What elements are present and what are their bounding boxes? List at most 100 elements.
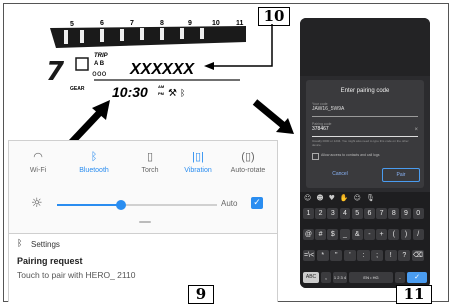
keyboard-key[interactable]: 6 [364, 208, 375, 219]
pairing-code-value: 378467 [312, 126, 329, 132]
keyboard-key[interactable]: ' [343, 250, 356, 261]
bluetooth-icon: ᛒ [90, 151, 98, 163]
brightness-icon: ☼ [31, 196, 43, 211]
contacts-access-checkbox[interactable] [312, 153, 319, 160]
tile-label: Vibration [184, 167, 212, 174]
keyboard-key[interactable]: ( [388, 229, 400, 240]
keyboard-key[interactable]: 2 [315, 208, 326, 219]
rpm-tick-label: 8 [160, 20, 164, 27]
device-name-value: JAW16_5W9A [312, 106, 345, 112]
pm-indicator: PM [158, 91, 165, 96]
dialog-title: Enter pairing code [340, 88, 390, 94]
auto-brightness-checkbox[interactable]: ✓ [251, 197, 263, 209]
keyboard-key[interactable]: - [364, 229, 375, 240]
keyboard-key[interactable]: @ [303, 229, 314, 240]
keyboard-key[interactable]: ; [371, 250, 384, 261]
instrument-cluster-drawing: 5 6 7 8 9 10 11 7 TRIP A B ooo XXXXXX GE… [46, 20, 246, 100]
pairing-notification[interactable]: ᛒ Settings Pairing request Touch to pair… [9, 233, 277, 302]
brightness-slider[interactable] [57, 200, 217, 210]
checkbox-label: Allow access to contacts and call logs [321, 153, 380, 157]
keyboard-key[interactable]: 8 [388, 208, 400, 219]
bluetooth-icon: ᛒ [17, 239, 23, 249]
keyboard-key[interactable]: " [330, 250, 343, 261]
brightness-slider-knob[interactable] [116, 200, 126, 210]
keyboard-key[interactable]: ) [400, 229, 412, 240]
trip-digits-icon: ooo [92, 69, 107, 78]
wrench-icon: ⚒ [168, 88, 177, 99]
rpm-tick-label: 11 [236, 20, 244, 27]
notification-title: Pairing request [17, 256, 83, 266]
gear-label: GEAR [70, 86, 85, 92]
period-key[interactable]: . [395, 272, 405, 283]
clear-icon[interactable]: × [414, 127, 418, 133]
space-key[interactable]: EN • HG [349, 272, 393, 283]
keyboard-key[interactable]: & [351, 229, 363, 240]
callout-11: 11 [396, 285, 432, 304]
quick-settings-tiles: ◠ Wi-Fi ᛒ Bluetooth ▯ Torch |▯| Vibratio… [9, 147, 277, 191]
emoji-icon[interactable]: ☺ [354, 194, 366, 202]
keyboard-key[interactable]: ⌫ [411, 250, 424, 261]
keyboard-key[interactable]: =\< [303, 250, 316, 261]
emoji-icon[interactable]: ✋ [340, 194, 354, 202]
tile-auto-rotate[interactable]: (▯) Auto-rotate [221, 147, 275, 174]
bluetooth-icon: ᛒ [180, 88, 185, 99]
keyboard-key[interactable]: 0 [412, 208, 424, 219]
abc-key[interactable]: ABC [303, 272, 319, 283]
comma-key[interactable]: , [321, 272, 331, 283]
keyboard-key[interactable]: # [315, 229, 326, 240]
keyboard-key[interactable]: 9 [400, 208, 412, 219]
torch-icon: ▯ [146, 151, 154, 163]
drag-handle[interactable] [139, 221, 151, 223]
keyboard-key[interactable]: 7 [376, 208, 387, 219]
odometer-value: XXXXXX [129, 61, 195, 78]
pairing-code-input[interactable]: Pairing code 378467 × [312, 122, 418, 137]
keyboard-key[interactable]: * [316, 250, 329, 261]
rpm-tick-label: 6 [100, 20, 104, 27]
instrument-cluster: 5 6 7 8 9 10 11 7 TRIP A B ooo XXXXXX GE… [40, 18, 250, 102]
tile-label: Torch [141, 167, 159, 174]
keyboard-key[interactable]: ! [384, 250, 397, 261]
emoji-suggestion-row: ☺☻♥✋☺🎙 [304, 194, 426, 204]
tile-label: Auto-rotate [230, 167, 266, 174]
mic-icon[interactable]: 🎙 [366, 194, 380, 202]
tile-wifi[interactable]: ◠ Wi-Fi [11, 147, 65, 174]
enter-key[interactable]: ✓ [407, 272, 427, 283]
brightness-slider-fill [57, 204, 121, 206]
keyboard-key[interactable]: _ [339, 229, 351, 240]
rpm-tick-label: 5 [70, 21, 74, 28]
tile-vibration[interactable]: |▯| Vibration [171, 147, 225, 174]
phone-screen: Enter pairing code Your code JAW16_5W9A … [300, 18, 430, 288]
tile-torch[interactable]: ▯ Torch [123, 147, 177, 174]
device-name-field: Your code JAW16_5W9A [312, 102, 418, 117]
clock-display: 10:30 [112, 84, 148, 100]
numbers-key[interactable]: 1 2 3 4 [333, 272, 347, 283]
rpm-tick-label: 7 [130, 20, 134, 27]
contacts-access-row[interactable]: Allow access to contacts and call logs [312, 152, 418, 160]
emoji-icon[interactable]: ☻ [316, 194, 328, 202]
tile-bluetooth[interactable]: ᛒ Bluetooth [67, 147, 121, 174]
auto-brightness-label: Auto [221, 199, 238, 208]
keyboard-key[interactable]: $ [327, 229, 339, 240]
pair-button[interactable]: Pair [382, 168, 420, 182]
brightness-row: ☼ Auto ✓ [9, 193, 277, 217]
keyboard-key[interactable]: 5 [351, 208, 363, 219]
notification-app-name: Settings [31, 240, 60, 249]
keyboard-key[interactable]: 4 [339, 208, 351, 219]
keyboard-key[interactable]: / [412, 229, 424, 240]
keyboard-key[interactable]: 3 [327, 208, 339, 219]
pairing-helper-text: Usually 0000 or 1234. You might also nee… [312, 139, 409, 147]
keyboard-key[interactable]: : [357, 250, 370, 261]
trip-ab-label: A B [94, 61, 105, 67]
quick-settings-panel: ◠ Wi-Fi ᛒ Bluetooth ▯ Torch |▯| Vibratio… [8, 140, 278, 302]
fuel-gauge-icon [75, 57, 89, 71]
emoji-icon[interactable]: ♥ [329, 194, 340, 202]
keyboard-key[interactable]: 1 [303, 208, 314, 219]
keyboard-key[interactable]: ? [398, 250, 411, 261]
keyboard-key[interactable]: + [376, 229, 387, 240]
callout-10: 10 [258, 7, 290, 26]
emoji-icon[interactable]: ☺ [304, 194, 316, 202]
on-screen-keyboard: ☺☻♥✋☺🎙 1234567890 @ # $ _ & - +() / =\< * " ':;!? ⌫… [300, 192, 430, 288]
rpm-tick-label: 10 [212, 20, 220, 27]
cancel-button[interactable]: Cancel [322, 168, 358, 180]
vibration-icon: |▯| [192, 151, 204, 163]
